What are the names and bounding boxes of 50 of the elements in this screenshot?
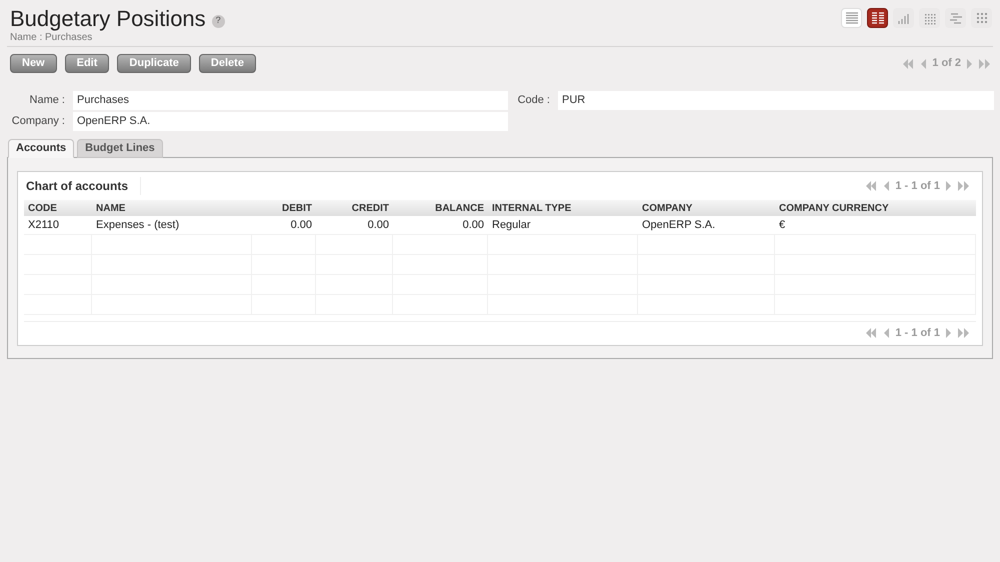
breadcrumb: Name : Purchases: [10, 32, 94, 44]
table-cell-text: 0.00: [366, 218, 390, 233]
form-view-icon: [870, 10, 886, 26]
column-header[interactable]: INTERNAL TYPE: [488, 200, 638, 216]
view-switch-button[interactable]: [893, 8, 914, 28]
tab[interactable]: Budget Lines: [77, 139, 163, 158]
table-cell-text: Expenses - (test): [95, 218, 180, 233]
view-switch-button[interactable]: [919, 8, 940, 28]
table-title: Chart of accounts: [24, 177, 142, 195]
view-switch-button[interactable]: [867, 8, 888, 28]
help-icon[interactable]: ?: [212, 14, 225, 28]
table-cell-text: X2110: [27, 218, 60, 233]
text-field[interactable]: OpenERP S.A.: [73, 112, 508, 131]
column-header[interactable]: BALANCE: [393, 200, 488, 216]
table-cell-text: 0.00: [290, 218, 313, 233]
previous-page-icon[interactable]: [920, 58, 926, 68]
page-title: Budgetary Positions: [10, 6, 206, 32]
pager-status: 1 - 1 of 1: [895, 178, 940, 194]
column-header[interactable]: CODE: [24, 200, 92, 216]
first-page-icon[interactable]: [865, 181, 878, 191]
next-page-icon[interactable]: [967, 58, 973, 68]
previous-page-icon[interactable]: [883, 328, 890, 338]
view-switch-button[interactable]: [971, 8, 992, 28]
view-switch-button[interactable]: [945, 8, 966, 28]
next-page-icon[interactable]: [946, 328, 952, 338]
field-label: Company :: [10, 114, 66, 130]
next-page-icon[interactable]: [946, 181, 952, 191]
previous-page-icon[interactable]: [883, 181, 890, 191]
last-page-icon[interactable]: [958, 328, 970, 338]
first-page-icon[interactable]: [902, 58, 914, 68]
column-header[interactable]: NAME: [92, 200, 252, 216]
tab[interactable]: Accounts: [8, 139, 74, 158]
table-cell-text: OpenERP S.A.: [641, 218, 716, 233]
text-field[interactable]: PUR: [558, 91, 994, 110]
column-header[interactable]: COMPANY: [638, 200, 775, 216]
first-page-icon[interactable]: [865, 328, 878, 338]
list-view-icon: [844, 10, 860, 26]
column-header[interactable]: COMPANY CURRENCY: [775, 200, 976, 216]
table-cell-text: 0.00: [462, 218, 485, 233]
text-field[interactable]: Purchases: [73, 91, 508, 110]
table-cell-text: €: [778, 218, 786, 233]
last-page-icon[interactable]: [979, 58, 991, 68]
pager-status: 1 - 1 of 1: [895, 326, 940, 341]
column-header[interactable]: CREDIT: [316, 200, 393, 216]
column-header[interactable]: DEBIT: [252, 200, 316, 216]
table-cell-text: Regular: [491, 218, 532, 233]
last-page-icon[interactable]: [958, 181, 970, 191]
pager-status: 1 of 2: [932, 56, 961, 72]
field-label: Code :: [516, 93, 551, 108]
field-label: Name :: [28, 93, 66, 108]
